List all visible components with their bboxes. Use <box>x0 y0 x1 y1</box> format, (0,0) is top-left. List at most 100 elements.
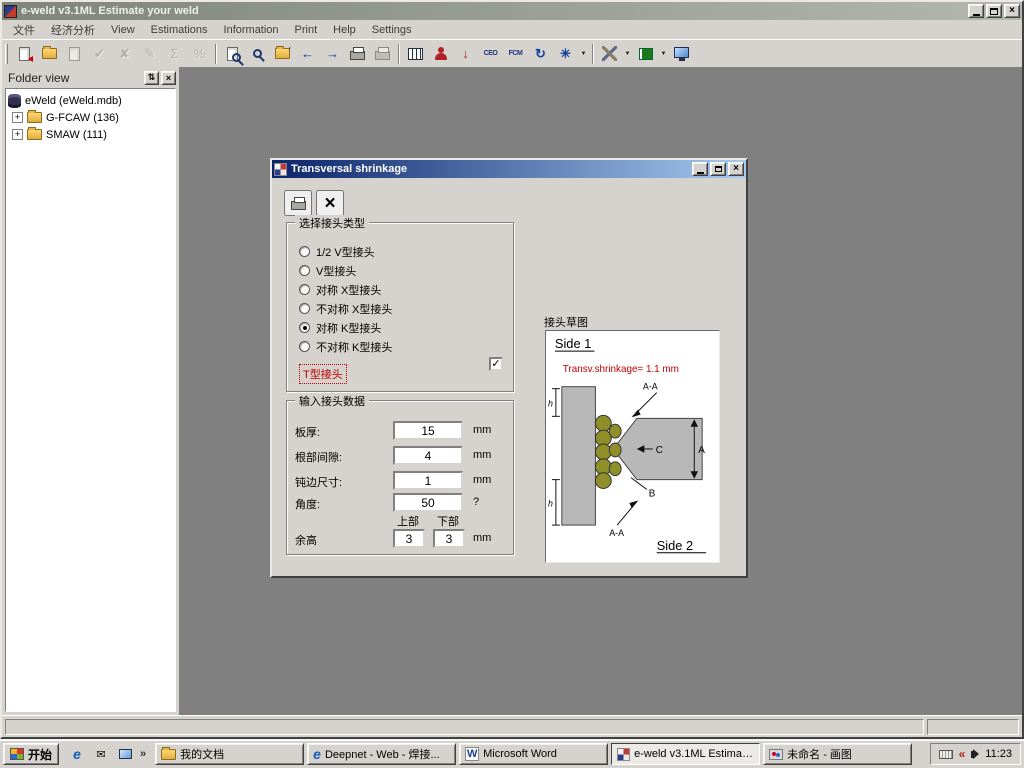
handbook-dropdown-button[interactable]: ▼ <box>658 42 669 66</box>
expand-toggle-icon[interactable]: + <box>12 112 23 123</box>
radio-half-v-joint[interactable]: 1/2 V型接头 <box>299 244 375 259</box>
tree-item-gfcaw[interactable]: + G-FCAW (136) <box>8 109 173 126</box>
reinforcement-lower-input[interactable] <box>433 529 465 548</box>
monitor-button[interactable] <box>669 42 694 66</box>
fcm-report-button[interactable]: FCM <box>503 42 528 66</box>
radio-symmetric-k-joint[interactable]: 对称 K型接头 <box>299 320 381 335</box>
maximize-button[interactable] <box>986 4 1002 18</box>
quick-launch-ie-button[interactable]: e <box>68 745 86 763</box>
cancel-button[interactable]: ✘ <box>112 42 137 66</box>
print-button[interactable] <box>345 42 370 66</box>
t-joint-label[interactable]: T型接头 <box>299 364 347 384</box>
zoom-button[interactable] <box>245 42 270 66</box>
radio-icon <box>299 246 310 257</box>
folder-view-panel: Folder view ⇅ × eWeld (eWeld.mdb) + G-FC… <box>2 67 180 715</box>
menu-view[interactable]: View <box>103 22 143 38</box>
minimize-button[interactable] <box>968 4 984 18</box>
menu-file[interactable]: 文件 <box>5 20 43 40</box>
tree-item-eweld-root[interactable]: eWeld (eWeld.mdb) <box>8 92 173 109</box>
taskbar-button-word[interactable]: W Microsoft Word <box>459 743 609 765</box>
menu-economic-analysis[interactable]: 经济分析 <box>43 20 103 40</box>
quick-launch-overflow-chevron[interactable]: » <box>140 748 146 760</box>
radio-asymmetric-x-joint[interactable]: 不对称 X型接头 <box>299 301 392 316</box>
folder-view-close-button[interactable]: × <box>161 70 176 85</box>
root-face-input[interactable] <box>393 471 463 490</box>
close-icon: × <box>733 163 739 174</box>
dock-toggle-button[interactable]: ⇅ <box>144 70 159 85</box>
print-preview-icon <box>375 47 390 60</box>
t-joint-checkbox[interactable]: ✓ <box>489 357 503 371</box>
radio-v-joint[interactable]: V型接头 <box>299 263 356 278</box>
dialog-titlebar[interactable]: Transversal shrinkage × <box>272 160 746 178</box>
taskbar-button-paint[interactable]: 未命名 - 画图 <box>763 743 913 765</box>
dropdown-icon: ▼ <box>660 50 667 57</box>
root-gap-input[interactable] <box>393 446 463 465</box>
sum-button[interactable]: Σ <box>162 42 187 66</box>
check-icon: ✓ <box>491 357 501 370</box>
status-message-cell <box>5 719 924 735</box>
quick-launch-mail-button[interactable]: ✉ <box>92 745 110 763</box>
radio-asymmetric-k-joint[interactable]: 不对称 K型接头 <box>299 339 392 354</box>
menu-print[interactable]: Print <box>287 22 326 38</box>
export-button[interactable]: ↓ <box>453 42 478 66</box>
open-database-button[interactable] <box>37 42 62 66</box>
menu-information[interactable]: Information <box>216 22 287 38</box>
dialog-delete-button[interactable]: × <box>316 190 344 216</box>
estimates-grid-button[interactable] <box>403 42 428 66</box>
ceo-report-button[interactable]: CEO <box>478 42 503 66</box>
start-button[interactable]: 开始 <box>3 743 60 765</box>
menu-help[interactable]: Help <box>325 22 364 38</box>
save-button[interactable] <box>62 42 87 66</box>
tools-dropdown-button[interactable]: ▼ <box>622 42 633 66</box>
menu-settings[interactable]: Settings <box>364 22 420 38</box>
toolbar-separator <box>592 43 594 64</box>
database-icon <box>8 93 21 108</box>
minimize-icon <box>972 13 980 16</box>
tools-icon <box>602 46 617 61</box>
welders-button[interactable] <box>428 42 453 66</box>
preview-button[interactable] <box>220 42 245 66</box>
download-arrow-icon: ↓ <box>462 46 469 61</box>
taskbar-button-my-documents[interactable]: 我的文档 <box>155 743 305 765</box>
radio-symmetric-x-joint[interactable]: 对称 X型接头 <box>299 282 381 297</box>
dialog-close-button[interactable]: × <box>728 162 744 176</box>
task-label: Deepnet - Web - 焊接... <box>324 749 440 761</box>
dialog-maximize-button[interactable] <box>710 162 726 176</box>
toolbar-grip[interactable] <box>5 43 8 64</box>
back-button[interactable]: ← <box>295 42 320 66</box>
dim-a: A <box>698 445 705 456</box>
reinforcement-upper-input[interactable] <box>393 529 425 548</box>
tree-item-smaw[interactable]: + SMAW (111) <box>8 126 173 143</box>
show-desktop-button[interactable] <box>116 745 134 763</box>
printer-icon <box>350 47 365 60</box>
app-titlebar[interactable]: e-weld v3.1ML Estimate your weld × <box>2 2 1022 20</box>
folder-icon <box>161 746 177 760</box>
taskbar-button-deepnet[interactable]: e Deepnet - Web - 焊接... <box>307 743 457 765</box>
forward-button[interactable]: → <box>320 42 345 66</box>
tray-collapse-chevron[interactable]: « <box>959 747 966 761</box>
keyboard-layout-icon[interactable] <box>938 749 953 759</box>
save-icon <box>69 46 80 61</box>
tree-item-label: G-FCAW (136) <box>46 111 119 124</box>
validate-button[interactable]: ✔ <box>87 42 112 66</box>
edit-button[interactable]: ✎ <box>137 42 162 66</box>
percent-button[interactable]: % <box>187 42 212 66</box>
menu-estimations[interactable]: Estimations <box>143 22 216 38</box>
taskbar-button-eweld[interactable]: e-weld v3.1ML Estimat... <box>611 743 761 765</box>
expand-toggle-icon[interactable]: + <box>12 129 23 140</box>
folder-up-button[interactable]: ↑ <box>270 42 295 66</box>
angle-input[interactable] <box>393 493 463 512</box>
app-icon <box>4 4 17 18</box>
thickness-input[interactable] <box>393 421 463 440</box>
tools-button[interactable] <box>597 42 622 66</box>
volume-icon[interactable] <box>971 748 980 759</box>
new-estimate-button[interactable] <box>12 42 37 66</box>
handbook-button[interactable] <box>633 42 658 66</box>
dialog-minimize-button[interactable] <box>692 162 708 176</box>
wizard-dropdown-button[interactable]: ▼ <box>578 42 589 66</box>
wizard-button[interactable]: ✳ <box>553 42 578 66</box>
dialog-print-button[interactable] <box>284 190 312 216</box>
refresh-button[interactable]: ↻ <box>528 42 553 66</box>
print-preview-button[interactable] <box>370 42 395 66</box>
close-button[interactable]: × <box>1004 4 1020 18</box>
